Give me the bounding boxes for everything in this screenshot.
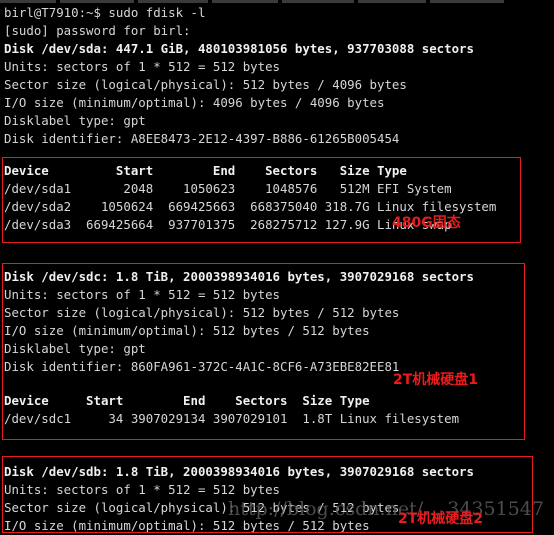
chrome-segment [138,0,208,3]
terminal-line: Sector size (logical/physical): 512 byte… [4,77,407,92]
window-chrome-strip [0,0,554,3]
terminal-line: Disk identifier: A8EE8473-2E12-4397-B886… [4,131,400,146]
sdb-label: 2T机械硬盘2 [398,511,484,527]
chrome-segment [212,0,278,3]
chrome-segment [430,0,504,3]
terminal-line: Disk /dev/sdc: 1.8 TiB, 2000398934016 by… [4,269,474,284]
terminal-line: Sector size (logical/physical): 512 byte… [4,305,400,320]
terminal-line: /dev/sdc1 34 3907029134 3907029101 1.8T … [4,411,460,426]
terminal-line: Units: sectors of 1 * 512 = 512 bytes [4,59,281,74]
terminal-line: Disk identifier: 860FA961-372C-4A1C-8CF6… [4,359,400,374]
terminal-line: Device Start End Sectors Size Type [4,163,407,178]
terminal-line: Units: sectors of 1 * 512 = 512 bytes [4,287,281,302]
chrome-segment [60,0,134,3]
terminal-line: Disklabel type: gpt [4,113,146,128]
sdc-label: 2T机械硬盘1 [393,372,479,388]
blog-watermark: http://blog.csdn.net/... 34351547 [228,498,544,520]
terminal-line: I/O size (minimum/optimal): 4096 bytes /… [4,95,385,110]
chrome-segment [358,0,426,3]
terminal-output-area[interactable]: birl@T7910:~$ sudo fdisk -l [sudo] passwo… [0,0,554,533]
chrome-segment [282,0,354,3]
terminal-line: /dev/sda3 669425664 937701375 268275712 … [4,217,452,232]
chrome-segment [0,0,56,3]
terminal-line: Units: sectors of 1 * 512 = 512 bytes [4,482,281,497]
terminal-line: Disk /dev/sda: 447.1 GiB, 480103981056 b… [4,41,474,56]
terminal-line: [sudo] password for birl: [4,23,191,38]
terminal-line: /dev/sda1 2048 1050623 1048576 512M EFI … [4,181,452,196]
terminal-line: Disk /dev/sdb: 1.8 TiB, 2000398934016 by… [4,464,474,479]
terminal-line: Disklabel type: gpt [4,341,146,356]
terminal-line: I/O size (minimum/optimal): 512 bytes / … [4,323,370,338]
sda-label: 480G固态 [392,215,461,231]
terminal-line: birl@T7910:~$ sudo fdisk -l [4,5,206,20]
terminal-line: Device Start End Sectors Size Type [4,393,370,408]
